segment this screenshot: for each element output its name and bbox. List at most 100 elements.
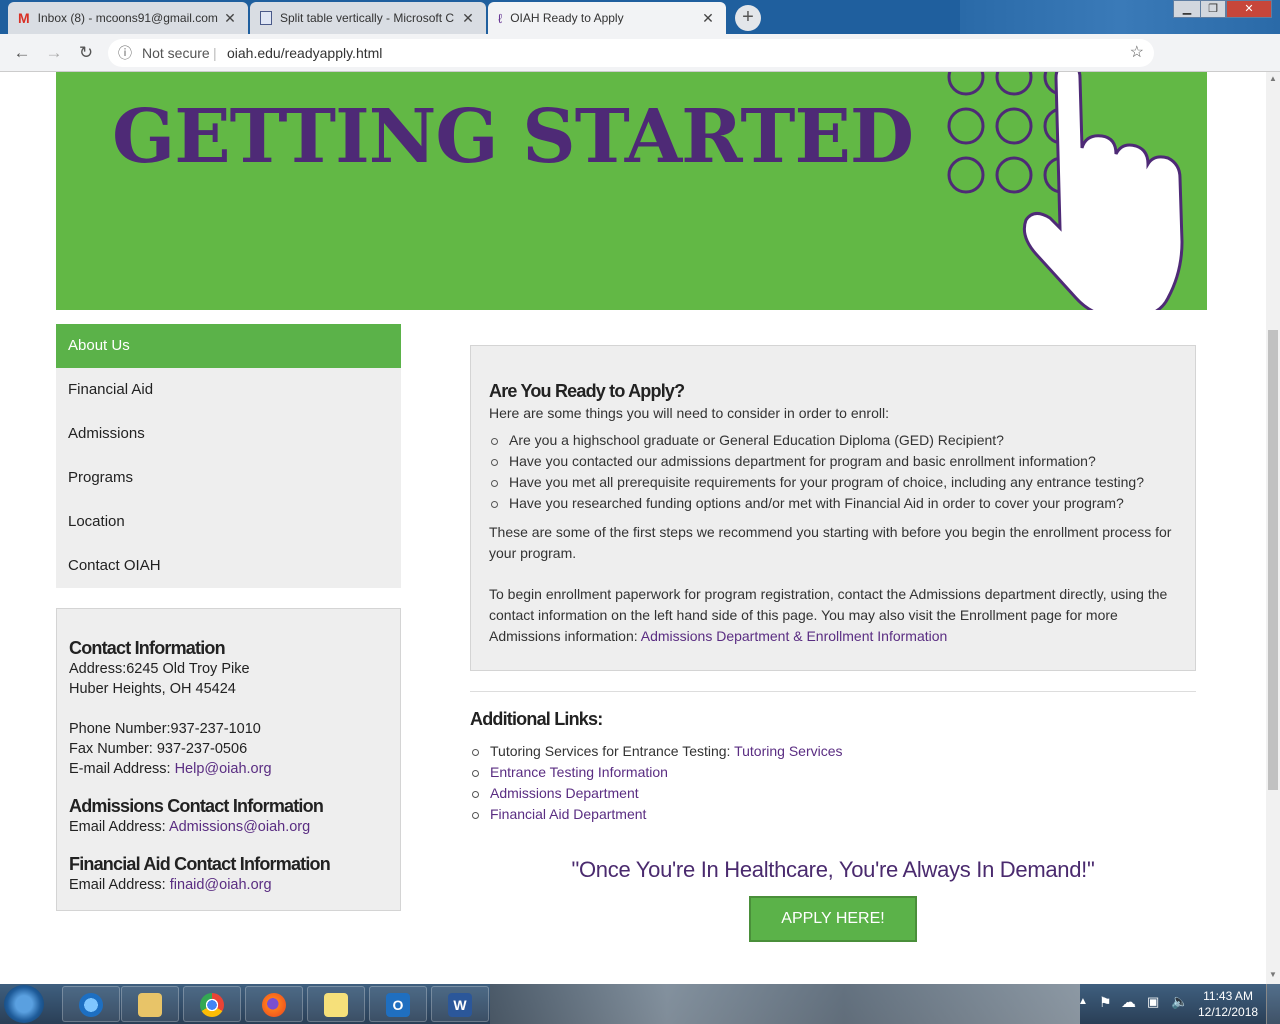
additional-links-title: Additional Links:	[470, 709, 603, 729]
admissions-email-row: Email Address: Admissions@oiah.org	[69, 817, 388, 837]
url-text[interactable]: oiah.edu/readyapply.html	[227, 39, 382, 67]
close-window-button[interactable]: ✕	[1226, 0, 1272, 18]
tutoring-services-link[interactable]: Tutoring Services	[734, 743, 842, 759]
oiah-icon: ℓ	[498, 10, 503, 26]
url-omnibox[interactable]: ⓘ Not secure | oiah.edu/readyapply.html …	[108, 39, 1154, 67]
scroll-down-icon[interactable]: ▼	[1269, 970, 1277, 979]
volume-icon[interactable]: 🔈	[1171, 993, 1188, 1010]
address-bar: ← → ↻ ⓘ Not secure | oiah.edu/readyapply…	[0, 34, 1280, 97]
taskbar-chrome[interactable]	[183, 986, 241, 1022]
taskbar-explorer[interactable]	[121, 986, 179, 1022]
sidebar-item-financial-aid[interactable]: Financial Aid	[56, 368, 401, 412]
reload-icon[interactable]: ↻	[76, 43, 96, 63]
windows-taskbar: O W ▲ ⚑ ☁ ▣ 🔈 11:43 AM 12/12/2018	[0, 984, 1280, 1024]
page-title: Are You Ready to Apply?	[489, 381, 685, 401]
list-item: Have you met all prerequisite requiremen…	[489, 472, 1177, 493]
maximize-button[interactable]: ❐	[1200, 0, 1226, 18]
contact-info-panel: Contact Information Address:6245 Old Tro…	[56, 608, 401, 911]
list-item: Financial Aid Department	[470, 804, 843, 825]
taskbar-ie[interactable]	[62, 986, 120, 1022]
ready-to-apply-panel: Are You Ready to Apply? Here are some th…	[470, 345, 1196, 671]
admissions-department-link[interactable]: Admissions Department	[490, 785, 639, 801]
system-clock[interactable]: 11:43 AM 12/12/2018	[1198, 988, 1258, 1020]
close-icon[interactable]: ✕	[222, 10, 238, 27]
page-viewport: GETTING STARTED About Us Financial Aid A…	[0, 72, 1266, 984]
close-icon[interactable]: ✕	[700, 10, 716, 27]
list-item: Admissions Department	[470, 783, 843, 804]
email-label: E-mail Address:	[69, 761, 175, 777]
security-label: Not secure	[142, 45, 210, 61]
new-tab-button[interactable]: +	[735, 5, 761, 31]
tab-oiah[interactable]: ℓ OIAH Ready to Apply ✕	[488, 2, 726, 34]
bookmark-star-icon[interactable]: ☆	[1130, 39, 1144, 67]
email-label: Email Address:	[69, 877, 170, 893]
taskbar-background	[490, 984, 1080, 1024]
chrome-icon	[200, 993, 224, 1017]
scroll-up-icon[interactable]: ▲	[1269, 74, 1277, 83]
document-icon	[260, 11, 272, 25]
address-line-1: Address:6245 Old Troy Pike	[69, 661, 250, 677]
help-email-link[interactable]: Help@oiah.org	[175, 761, 272, 777]
entrance-testing-link[interactable]: Entrance Testing Information	[490, 764, 668, 780]
financial-aid-department-link[interactable]: Financial Aid Department	[490, 806, 646, 822]
scrollbar-thumb[interactable]	[1268, 330, 1278, 790]
browser-tab-bar: M Inbox (8) - mcoons91@gmail.com ✕ Split…	[0, 0, 1280, 34]
start-button[interactable]	[4, 985, 44, 1023]
info-icon[interactable]: ⓘ	[118, 39, 132, 67]
list-item: Have you contacted our admissions depart…	[489, 451, 1177, 472]
healthcare-quote: "Once You're In Healthcare, You're Alway…	[571, 857, 1095, 882]
minimize-button[interactable]: ▁	[1173, 0, 1201, 18]
admissions-email-link[interactable]: Admissions@oiah.org	[169, 819, 310, 835]
firefox-icon	[262, 993, 286, 1017]
action-center-flag-icon[interactable]: ⚑	[1099, 994, 1112, 1011]
sidebar-nav: About Us Financial Aid Admissions Progra…	[56, 324, 401, 588]
show-hidden-icons-icon[interactable]: ▲	[1078, 996, 1088, 1007]
tab-gmail[interactable]: M Inbox (8) - mcoons91@gmail.com ✕	[8, 2, 248, 34]
divider: |	[213, 45, 217, 61]
address-line-2: Huber Heights, OH 45424	[69, 681, 236, 697]
sidebar-item-admissions[interactable]: Admissions	[56, 412, 401, 456]
tab-title: Split table vertically - Microsoft C	[280, 11, 455, 25]
taskbar-word[interactable]: W	[431, 986, 489, 1022]
show-desktop-button[interactable]	[1266, 984, 1280, 1024]
sticky-notes-icon	[324, 993, 348, 1017]
finaid-email-link[interactable]: finaid@oiah.org	[170, 877, 272, 893]
contact-title: Contact Information	[69, 638, 226, 658]
divider	[470, 691, 1196, 692]
clock-date: 12/12/2018	[1198, 1005, 1259, 1019]
sidebar-item-programs[interactable]: Programs	[56, 456, 401, 500]
taskbar-sticky-notes[interactable]	[307, 986, 365, 1022]
outlook-icon: O	[386, 993, 410, 1017]
taskbar-outlook[interactable]: O	[369, 986, 427, 1022]
clock-time: 11:43 AM	[1203, 989, 1253, 1003]
tutoring-prefix: Tutoring Services for Entrance Testing:	[490, 743, 735, 759]
phone-number: Phone Number:937-237-1010	[69, 721, 261, 737]
sidebar-item-about-us[interactable]: About Us	[56, 324, 401, 368]
sidebar-item-contact[interactable]: Contact OIAH	[56, 544, 401, 588]
hand-pointer-icon	[947, 72, 1184, 310]
tab-title: Inbox (8) - mcoons91@gmail.com	[37, 11, 218, 25]
fax-number: Fax Number: 937-237-0506	[69, 741, 248, 757]
list-item: Have you researched funding options and/…	[489, 493, 1177, 514]
onedrive-cloud-icon[interactable]: ☁	[1121, 993, 1136, 1011]
list-item: Tutoring Services for Entrance Testing: …	[470, 741, 843, 762]
file-explorer-icon	[138, 993, 162, 1017]
network-icon[interactable]: ▣	[1147, 994, 1159, 1010]
apply-button[interactable]: APPLY HERE!	[749, 896, 917, 942]
email-row: E-mail Address: Help@oiah.org	[69, 759, 388, 779]
forward-icon[interactable]: →	[44, 43, 64, 63]
tab-microsoft[interactable]: Split table vertically - Microsoft C ✕	[250, 2, 486, 34]
vertical-scrollbar[interactable]: ▲ ▼	[1266, 72, 1280, 984]
gmail-icon: M	[18, 10, 30, 26]
list-item: Are you a highschool graduate or General…	[489, 430, 1177, 451]
tab-title: OIAH Ready to Apply	[510, 11, 624, 25]
close-icon[interactable]: ✕	[460, 10, 476, 27]
taskbar-firefox[interactable]	[245, 986, 303, 1022]
first-steps-text: These are some of the first steps we rec…	[489, 524, 1172, 561]
enrollment-text: To begin enrollment paperwork for progra…	[489, 584, 1177, 647]
banner-title: GETTING STARTED	[112, 94, 914, 180]
back-icon[interactable]: ←	[12, 43, 32, 63]
sidebar-item-location[interactable]: Location	[56, 500, 401, 544]
intro-text: Here are some things you will need to co…	[489, 405, 889, 421]
enrollment-info-link[interactable]: Admissions Department & Enrollment Infor…	[641, 628, 948, 644]
